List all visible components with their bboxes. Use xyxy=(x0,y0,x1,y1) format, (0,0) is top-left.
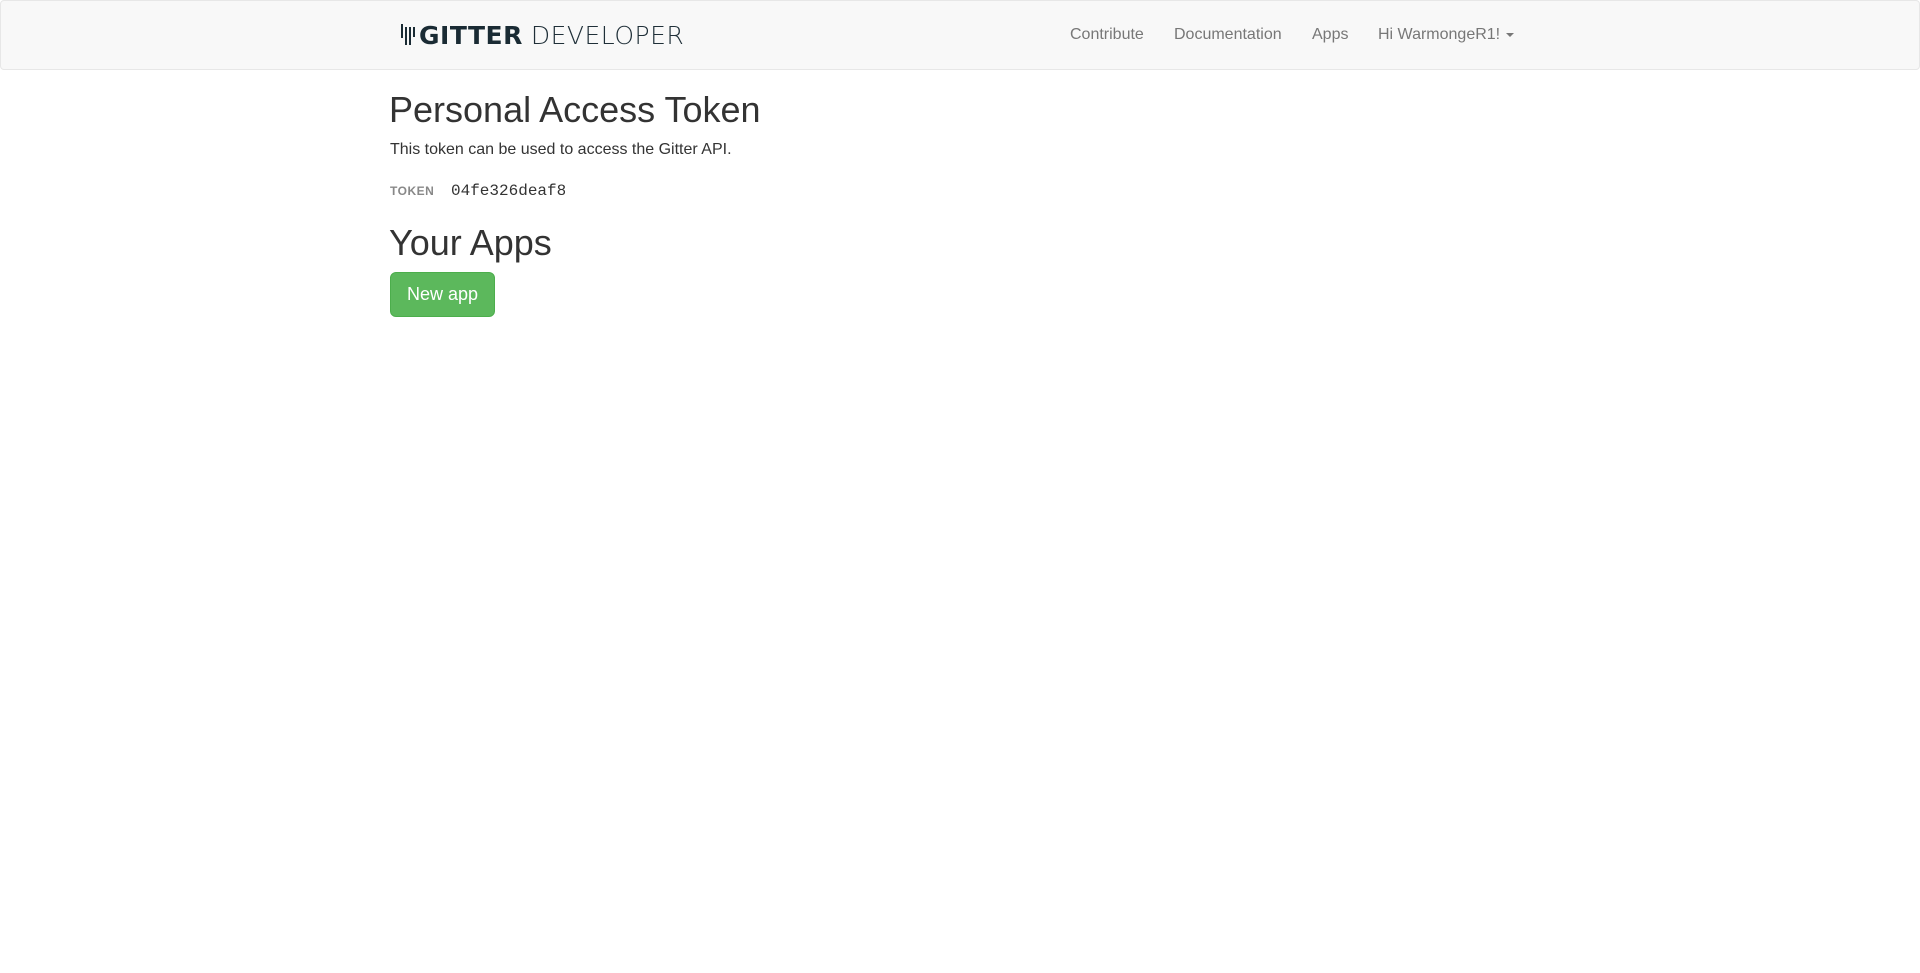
token-label: TOKEN xyxy=(390,184,435,198)
brand-name: GITTER xyxy=(419,20,523,50)
brand-link[interactable]: GITTER DEVELOPER xyxy=(400,20,685,50)
gitter-logo-icon xyxy=(401,24,415,45)
nav-contribute[interactable]: Contribute xyxy=(1070,26,1144,44)
nav-apps[interactable]: Apps xyxy=(1312,26,1348,44)
brand-subtitle: DEVELOPER xyxy=(530,20,685,50)
apps-section-title: Your Apps xyxy=(389,222,552,263)
top-navbar: GITTER DEVELOPER Contribute Documentatio… xyxy=(0,0,1920,70)
nav-documentation[interactable]: Documentation xyxy=(1174,26,1282,44)
new-app-button[interactable]: New app xyxy=(390,272,495,317)
token-value[interactable]: 04fe326deaf8 xyxy=(451,181,565,201)
token-description: This token can be used to access the Git… xyxy=(390,141,732,158)
user-menu-label: Hi WarmongeR1! xyxy=(1378,26,1501,43)
caret-down-icon xyxy=(1506,32,1515,37)
page-title: Personal Access Token xyxy=(389,89,761,130)
user-menu-dropdown[interactable]: Hi WarmongeR1! xyxy=(1378,26,1515,44)
